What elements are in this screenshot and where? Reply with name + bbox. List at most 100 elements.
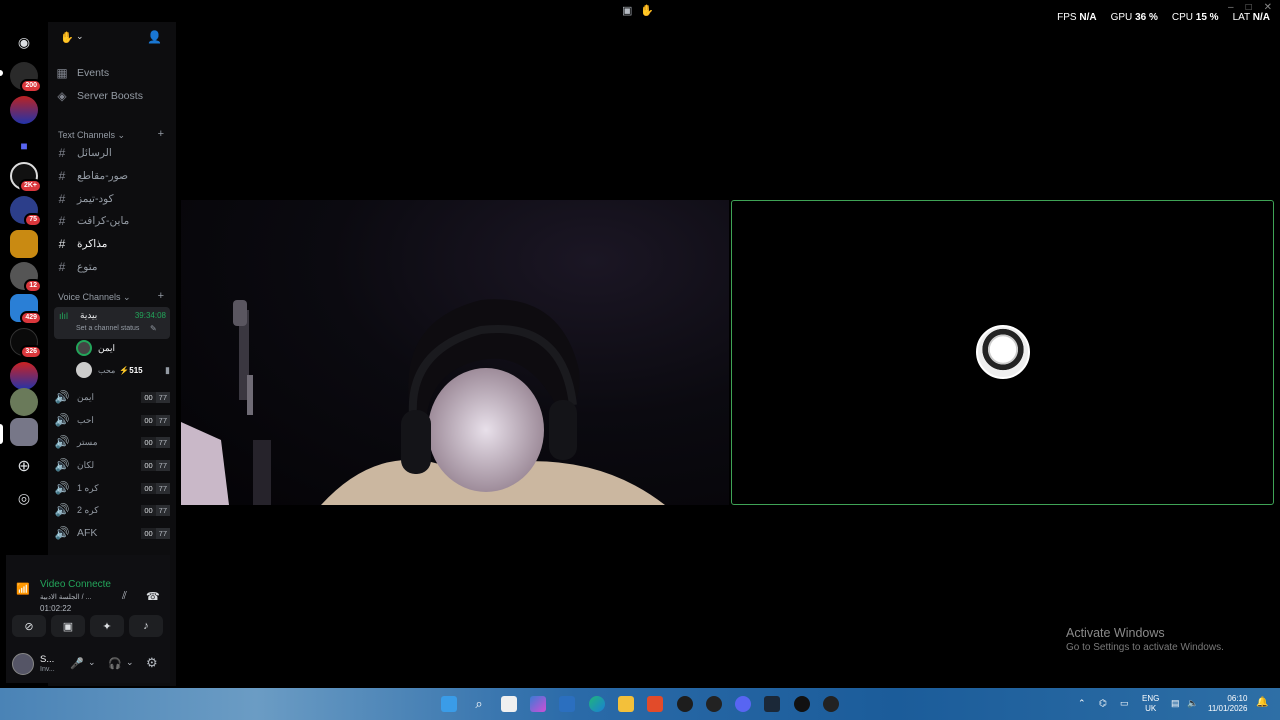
- voice-channel-item[interactable]: 🔊 2 كره 00 77: [54, 500, 170, 520]
- activities-icon: ✦: [102, 620, 112, 633]
- windows-activation-watermark: Activate Windows Go to Settings to activ…: [1066, 626, 1224, 653]
- voice-channels-category[interactable]: Voice Channels ⌄: [58, 292, 131, 303]
- start-button[interactable]: [441, 696, 457, 712]
- user-panel: S... Inv... 🎤 ⌄ 🎧 ⌄ ⚙: [6, 645, 170, 683]
- voice-channel-item[interactable]: 🔊 احب 00 77: [54, 410, 170, 430]
- camera-feed-image: [181, 299, 665, 505]
- file-explorer-app[interactable]: [618, 696, 634, 712]
- inbox-icon[interactable]: ▣: [622, 4, 632, 17]
- user-count: 00: [141, 436, 156, 448]
- camera-toggle-button[interactable]: ⊘: [12, 615, 46, 637]
- noise-suppression-icon[interactable]: ⫽: [122, 590, 127, 603]
- mention-badge: 12: [24, 279, 42, 293]
- server-boosts-item[interactable]: ◈ Server Boosts: [54, 86, 170, 106]
- language-indicator[interactable]: ENG UK: [1142, 694, 1159, 714]
- add-member-icon[interactable]: 👤: [147, 30, 162, 44]
- home-button[interactable]: ◉: [10, 28, 38, 56]
- voice-member[interactable]: محب ⚡ 515 ▮: [76, 360, 170, 380]
- obs-app[interactable]: [706, 696, 722, 712]
- fps-value: N/A: [1079, 12, 1097, 23]
- speedtest-app[interactable]: [794, 696, 810, 712]
- notification-bell-icon[interactable]: 🔔: [1256, 698, 1268, 708]
- battery-icon[interactable]: ▭: [1120, 698, 1129, 708]
- voice-channel-item[interactable]: 🔊 AFK 00 77: [54, 523, 170, 543]
- text-channel-item-unread[interactable]: # مذاكرة: [54, 234, 170, 254]
- mention-badge: 326: [20, 345, 42, 359]
- add-server-button[interactable]: ⊕: [10, 452, 38, 480]
- server-folder[interactable]: ■: [10, 132, 38, 160]
- server-icon[interactable]: [10, 96, 38, 124]
- server-icon[interactable]: 326: [10, 328, 42, 359]
- events-item[interactable]: ▦ Events: [54, 63, 170, 83]
- connection-status[interactable]: Video Connecte: [40, 579, 111, 590]
- app-running[interactable]: [823, 696, 839, 712]
- text-channel-item[interactable]: # الرسائل: [54, 143, 170, 163]
- text-channel-item[interactable]: # صور-مقاطع: [54, 166, 170, 186]
- share-screen-button[interactable]: ▣: [51, 615, 85, 637]
- server-icon[interactable]: 200: [10, 62, 42, 93]
- speaker-icon: 🔊: [54, 481, 70, 495]
- server-icon[interactable]: 2K+: [10, 162, 42, 193]
- pencil-icon[interactable]: ✎: [150, 324, 157, 333]
- channel-status-hint[interactable]: Set a channel status: [76, 325, 139, 332]
- text-channel-item[interactable]: # كود-تيمز: [54, 189, 170, 209]
- volume-icon[interactable]: 🔈: [1187, 698, 1198, 708]
- store-app[interactable]: [559, 696, 575, 712]
- activities-button[interactable]: ✦: [90, 615, 124, 637]
- brave-app[interactable]: [647, 696, 663, 712]
- text-channels-category[interactable]: Text Channels ⌄: [58, 130, 125, 141]
- active-voice-channel[interactable]: ılıl بيدية 39:34:08 Set a channel status…: [54, 307, 170, 339]
- headphones-icon[interactable]: 🎧: [108, 657, 122, 670]
- network-icon[interactable]: ⌬: [1099, 698, 1107, 708]
- clock[interactable]: 06:10 11/01/2026: [1208, 694, 1247, 714]
- chevron-down-icon[interactable]: ⌄: [88, 657, 96, 668]
- server-icon[interactable]: 429: [10, 294, 42, 325]
- server-icon[interactable]: 75: [10, 196, 42, 227]
- server-icon[interactable]: 12: [10, 262, 42, 293]
- member-name: محب: [98, 365, 116, 375]
- voice-channel-item[interactable]: 🔊 1 كره 00 77: [54, 478, 170, 498]
- plus-icon: ⊕: [17, 458, 31, 475]
- wifi-icon[interactable]: ▤: [1171, 698, 1180, 708]
- steelseries-app[interactable]: [677, 696, 693, 712]
- edge-app[interactable]: [589, 696, 605, 712]
- search-button[interactable]: ⌕: [471, 696, 487, 712]
- gear-icon[interactable]: ⚙: [146, 655, 158, 671]
- user-count: 00: [141, 527, 156, 539]
- steam-app[interactable]: [764, 696, 780, 712]
- voice-channel-item[interactable]: 🔊 ايمن 00 77: [54, 387, 170, 407]
- voice-activity-icon: ılıl: [59, 311, 68, 321]
- connected-channel[interactable]: الجلسة الادبية / ...: [40, 593, 91, 601]
- avatar[interactable]: [12, 653, 34, 675]
- disconnect-icon[interactable]: ☎: [146, 590, 160, 603]
- keyboard-layout: UK: [1145, 704, 1157, 713]
- voice-channel-item[interactable]: 🔊 مستر 00 77: [54, 432, 170, 452]
- channel-name: لكان: [77, 459, 95, 470]
- microphone-icon[interactable]: 🎤: [70, 657, 84, 670]
- camera-feed-tile[interactable]: [181, 200, 729, 505]
- server-icon[interactable]: [10, 388, 38, 416]
- discover-button[interactable]: ◎: [10, 484, 38, 512]
- chevron-up-icon[interactable]: ⌃: [1078, 698, 1086, 708]
- server-icon[interactable]: [10, 362, 38, 390]
- voice-member[interactable]: ايمن: [76, 338, 170, 358]
- server-icon-selected[interactable]: [10, 418, 38, 446]
- copilot-app[interactable]: [530, 696, 546, 712]
- hash-icon: #: [58, 214, 66, 228]
- cpu-value: 15 %: [1195, 12, 1219, 23]
- voice-channel-item[interactable]: 🔊 لكان 00 77: [54, 455, 170, 475]
- soundboard-button[interactable]: ♪: [129, 615, 163, 637]
- create-channel-icon[interactable]: +: [158, 128, 164, 140]
- discord-app[interactable]: [735, 696, 751, 712]
- text-channel-item[interactable]: # ماين-كرافت: [54, 211, 170, 231]
- create-channel-icon[interactable]: +: [158, 290, 164, 302]
- text-channel-item[interactable]: # متوع: [54, 257, 170, 277]
- server-header[interactable]: ✋ ⌄ 👤: [48, 22, 176, 54]
- user-limit: 77: [155, 414, 170, 426]
- notepad-app[interactable]: [501, 696, 517, 712]
- hash-icon: #: [58, 169, 66, 183]
- username[interactable]: S...: [40, 654, 54, 665]
- chevron-down-icon[interactable]: ⌄: [126, 657, 134, 668]
- server-icon[interactable]: [10, 230, 38, 258]
- participant-tile-speaking[interactable]: [731, 200, 1274, 505]
